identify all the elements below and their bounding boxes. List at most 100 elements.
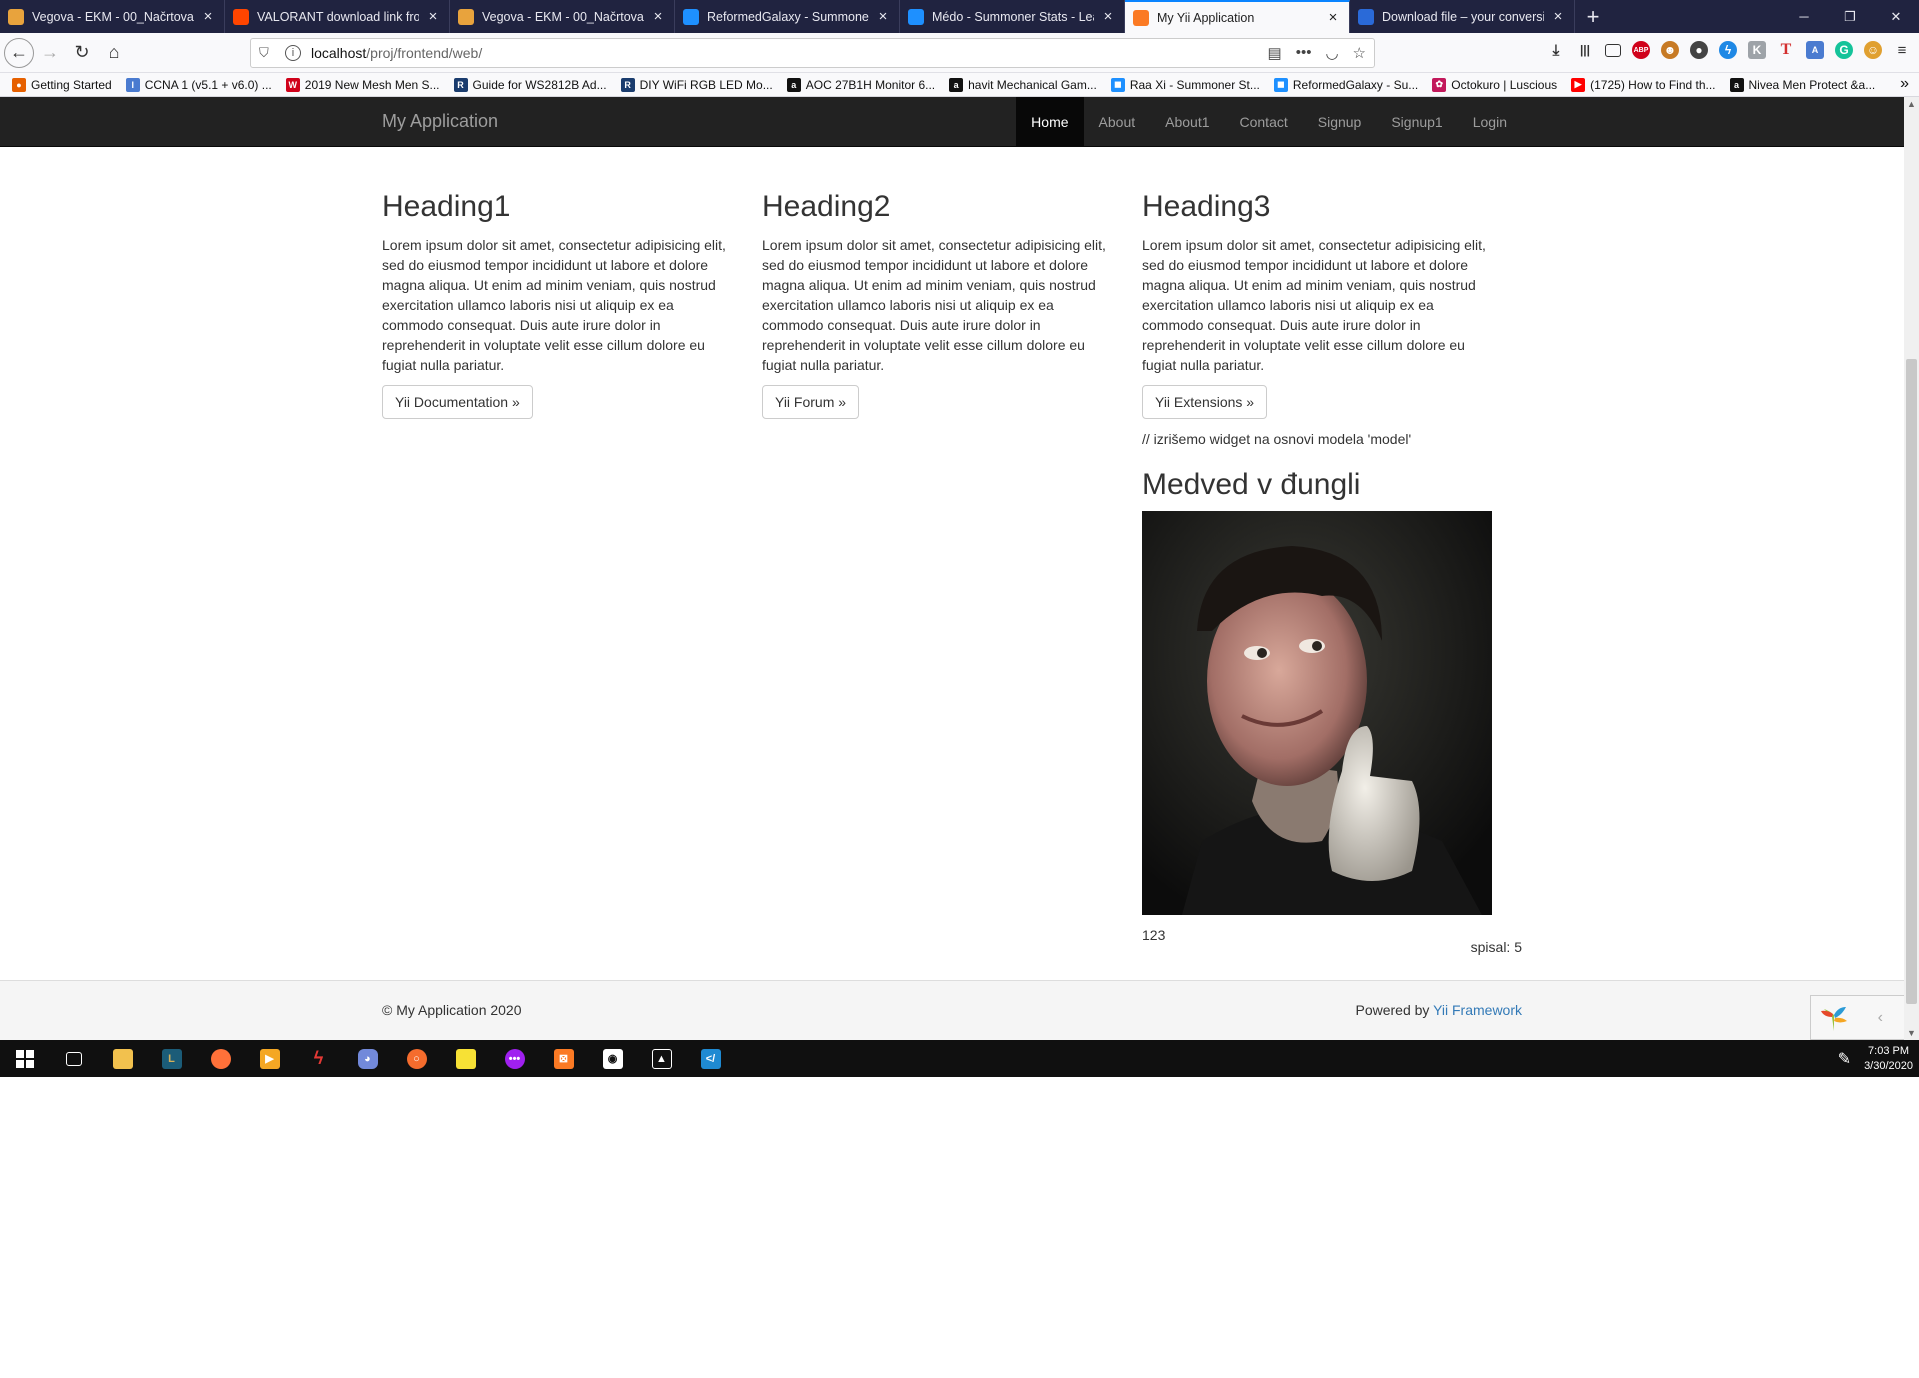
browser-tab[interactable]: Vegova - EKM - 00_Načrtovanje × — [450, 0, 675, 33]
taskbar-sticky-notes[interactable] — [441, 1040, 490, 1077]
menu-icon[interactable]: ≡ — [1893, 41, 1911, 59]
extension-k-icon[interactable]: K — [1748, 41, 1766, 59]
back-button[interactable]: ← — [4, 37, 34, 68]
bookmark-item[interactable]: ✿ Octokuro | Luscious — [1432, 77, 1557, 92]
downloads-icon[interactable]: ⤓ — [1547, 41, 1565, 59]
bookmark-item[interactable]: R DIY WiFi RGB LED Mo... — [620, 77, 773, 92]
site-info-icon[interactable]: i — [285, 45, 301, 61]
yii-logo-icon[interactable] — [1811, 995, 1857, 1040]
messenger-icon[interactable]: ϟ — [1719, 41, 1737, 59]
bookmark-item[interactable]: a havit Mechanical Gam... — [949, 77, 1097, 92]
toolbar-extensions: ⤓ ||| ABP ☻ ● ϟ K T A G ☺ ≡ — [1547, 41, 1911, 59]
nav-about[interactable]: About — [1084, 97, 1151, 147]
taskbar-camera[interactable]: ◉ — [588, 1040, 637, 1077]
bookmark-list: ● Getting Started I CCNA 1 (v5.1 + v6.0) ..… — [12, 77, 1889, 92]
taskbar-app-bolt[interactable]: ϟ — [294, 1040, 343, 1077]
account-icon[interactable]: ● — [1690, 41, 1708, 59]
browser-tab[interactable]: Download file – your conversion × — [1350, 0, 1575, 33]
library-icon[interactable]: ||| — [1576, 41, 1594, 59]
taskbar-discord[interactable]: ◕ — [343, 1040, 392, 1077]
yii-documentation-button[interactable]: Yii Documentation » — [382, 385, 533, 419]
taskbar-vscode[interactable]: </ — [686, 1040, 735, 1077]
toolbar-toggle-icon[interactable]: ‹ — [1857, 1009, 1904, 1027]
yii-extensions-button[interactable]: Yii Extensions » — [1142, 385, 1268, 419]
pocket-icon[interactable]: ◡ — [1325, 44, 1338, 62]
more-bookmarks-icon[interactable]: » — [1900, 75, 1909, 93]
address-bar[interactable]: ⛉ i localhost/proj/frontend/web/ ▤ ••• ◡… — [250, 38, 1375, 68]
bookmark-item[interactable]: a AOC 27B1H Monitor 6... — [786, 77, 935, 92]
bookmark-label: Nivea Men Protect &a... — [1748, 77, 1876, 92]
taskbar-photos[interactable]: ▲ — [637, 1040, 686, 1077]
bookmark-item[interactable]: I CCNA 1 (v5.1 + v6.0) ... — [125, 77, 272, 92]
scroll-up-icon[interactable]: ▲ — [1907, 99, 1916, 109]
reload-button[interactable]: ↻ — [66, 37, 98, 69]
yii-debug-toolbar[interactable]: ‹ — [1810, 995, 1904, 1040]
bookmark-item[interactable]: ◼ ReformedGalaxy - Su... — [1273, 77, 1418, 92]
adblock-plus-icon[interactable]: ABP — [1632, 41, 1650, 59]
bookmark-item[interactable]: ▶ (1725) How to Find th... — [1571, 77, 1716, 92]
taskbar-file-explorer[interactable] — [98, 1040, 147, 1077]
taskbar-xampp[interactable]: ⊠ — [539, 1040, 588, 1077]
yii-forum-button[interactable]: Yii Forum » — [762, 385, 860, 419]
taskbar-league[interactable]: L — [147, 1040, 196, 1077]
close-window-icon[interactable]: ✕ — [1873, 0, 1919, 33]
start-button[interactable] — [0, 1040, 49, 1077]
browser-tab[interactable]: My Yii Application × — [1125, 0, 1350, 33]
opgg-icon — [908, 8, 924, 25]
bookmark-item[interactable]: ◼ Raa Xi - Summoner St... — [1110, 77, 1260, 92]
scroll-down-icon[interactable]: ▼ — [1907, 1028, 1916, 1038]
browser-tab[interactable]: Médo - Summoner Stats - League × — [900, 0, 1125, 33]
nav-signup1[interactable]: Signup1 — [1376, 97, 1457, 147]
pen-icon[interactable]: ✎ — [1838, 1049, 1851, 1069]
restore-icon[interactable]: ❐ — [1827, 0, 1873, 33]
tracking-shield-icon[interactable]: ⛉ — [259, 45, 275, 61]
home-button[interactable]: ⌂ — [98, 37, 130, 69]
sidebar-icon[interactable] — [1605, 43, 1621, 57]
bookmark-favicon-icon: ▶ — [1571, 77, 1586, 92]
app-brand[interactable]: My Application — [382, 111, 498, 132]
yii-framework-link[interactable]: Yii Framework — [1433, 1002, 1522, 1018]
nav-home[interactable]: Home — [1016, 97, 1084, 147]
grammarly-icon[interactable]: G — [1835, 41, 1853, 59]
tampermonkey-icon[interactable]: ☻ — [1661, 41, 1679, 59]
bookmark-item[interactable]: a Nivea Men Protect &a... — [1729, 77, 1876, 92]
extension-face-icon[interactable]: ☺ — [1864, 41, 1882, 59]
nav-login[interactable]: Login — [1458, 97, 1522, 147]
close-tab-icon[interactable]: × — [875, 8, 891, 25]
bookmark-item[interactable]: R Guide for WS2812B Ad... — [453, 77, 607, 92]
bookmark-item[interactable]: ● Getting Started — [12, 77, 112, 92]
page-actions-icon[interactable]: ••• — [1296, 44, 1312, 62]
bookmark-favicon-icon: R — [453, 77, 468, 92]
bookmark-item[interactable]: W 2019 New Mesh Men S... — [285, 77, 440, 92]
extension-t-icon[interactable]: T — [1777, 41, 1795, 59]
close-tab-icon[interactable]: × — [1550, 8, 1566, 25]
scrollbar-thumb[interactable] — [1906, 359, 1917, 1004]
forward-button[interactable]: → — [34, 37, 66, 69]
close-tab-icon[interactable]: × — [425, 8, 441, 25]
bookmark-star-icon[interactable]: ☆ — [1353, 44, 1366, 62]
home-icon: ⌂ — [108, 42, 120, 62]
close-tab-icon[interactable]: × — [200, 8, 216, 25]
reader-view-icon[interactable]: ▤ — [1268, 44, 1282, 62]
new-tab-button[interactable]: + — [1575, 0, 1611, 33]
taskbar-origin[interactable]: ○ — [392, 1040, 441, 1077]
nav-contact[interactable]: Contact — [1225, 97, 1303, 147]
task-view-button[interactable] — [49, 1040, 98, 1077]
taskbar-messenger[interactable]: ••• — [490, 1040, 539, 1077]
folder-icon — [112, 1048, 133, 1069]
nav-about1[interactable]: About1 — [1150, 97, 1224, 147]
page-scrollbar[interactable]: ▲ ▼ — [1904, 97, 1919, 1040]
translate-icon[interactable]: A — [1806, 41, 1824, 59]
browser-tab[interactable]: Vegova - EKM - 00_Načrtovanje × — [0, 0, 225, 33]
browser-tab[interactable]: VALORANT download link from × — [225, 0, 450, 33]
close-tab-icon[interactable]: × — [1325, 9, 1341, 26]
minimize-icon[interactable]: ─ — [1781, 0, 1827, 33]
browser-tab[interactable]: ReformedGalaxy - Summoner × — [675, 0, 900, 33]
nav-signup[interactable]: Signup — [1303, 97, 1377, 147]
url-text[interactable]: localhost/proj/frontend/web/ — [311, 45, 482, 61]
system-clock[interactable]: 7:03 PM 3/30/2020 — [1864, 1044, 1913, 1074]
close-tab-icon[interactable]: × — [650, 8, 666, 25]
taskbar-media-player[interactable]: ▶ — [245, 1040, 294, 1077]
taskbar-firefox[interactable] — [196, 1040, 245, 1077]
close-tab-icon[interactable]: × — [1100, 8, 1116, 25]
